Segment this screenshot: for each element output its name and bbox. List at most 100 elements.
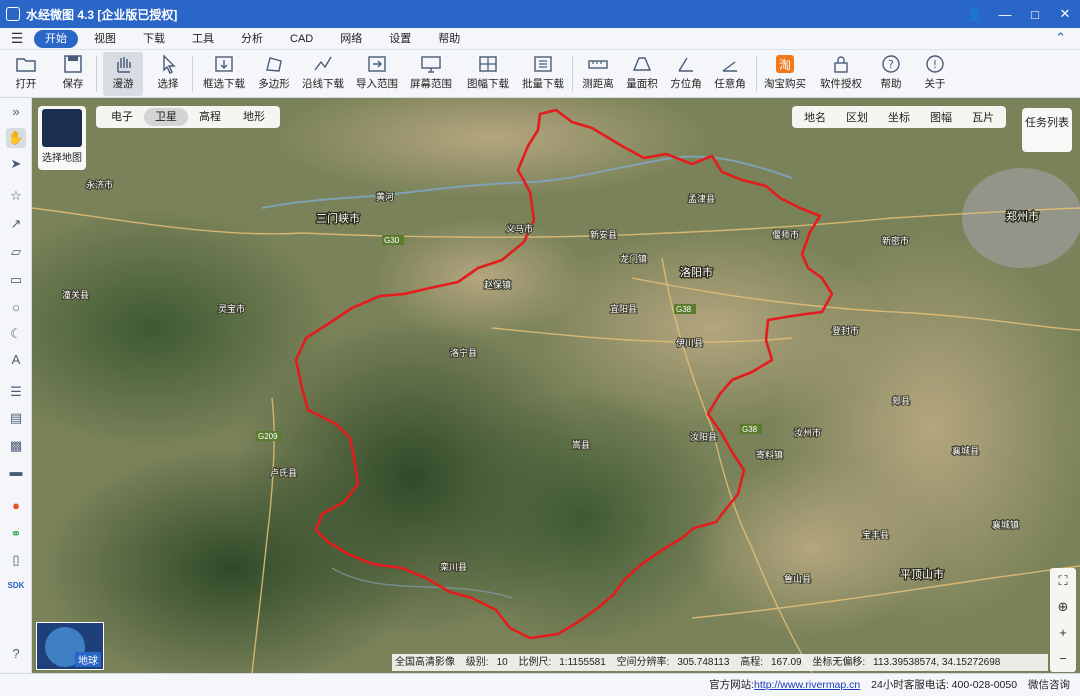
svg-text:义马市: 义马市 — [506, 223, 533, 234]
svg-text:G38: G38 — [676, 305, 692, 314]
wechat-consult[interactable]: 微信咨询 — [1028, 679, 1070, 691]
svg-text:G30: G30 — [384, 236, 400, 245]
map-navigation: ⛶ ⊕ + − — [1050, 568, 1076, 672]
menu-start[interactable]: 开始 — [34, 29, 78, 48]
minimize-button[interactable]: — — [990, 7, 1020, 22]
locate-icon[interactable]: ⊕ — [1050, 594, 1076, 620]
tab-electronic[interactable]: 电子 — [100, 108, 144, 126]
menu-help[interactable]: 帮助 — [427, 30, 471, 48]
website-link[interactable]: http://www.rivermap.cn — [754, 679, 860, 691]
toolbar: 打开 保存 漫游 选择 框选下载 多边形 沿线下载 导入范围 屏幕范围 图幅下载… — [0, 50, 1080, 98]
menu-tools[interactable]: 工具 — [181, 30, 225, 48]
tab-sheets[interactable]: 图幅 — [920, 109, 962, 125]
polygon-button[interactable]: 多边形 — [256, 52, 292, 96]
lock-icon — [834, 56, 848, 73]
line-download-button[interactable]: 沿线下载 — [300, 52, 346, 96]
license-button[interactable]: 软件授权 — [818, 52, 864, 96]
svg-text:赵保镇: 赵保镇 — [484, 279, 511, 290]
globe-switch[interactable]: 地球 — [36, 622, 104, 670]
sdk-icon[interactable]: SDK — [6, 576, 26, 596]
menu-analysis[interactable]: 分析 — [230, 30, 274, 48]
box-download-button[interactable]: 框选下载 — [200, 52, 248, 96]
layer-tool-icon[interactable]: ☰ — [6, 382, 26, 402]
help-button[interactable]: ? 帮助 — [874, 52, 908, 96]
plugin-icon[interactable]: ● — [6, 496, 26, 516]
tab-satellite[interactable]: 卫星 — [144, 108, 188, 126]
measure-area-button[interactable]: 量面积 — [624, 52, 660, 96]
rect-tool-icon[interactable]: ▭ — [6, 270, 26, 290]
svg-text:伊川县: 伊川县 — [676, 337, 703, 348]
arrow-tool-icon[interactable]: ➤ — [6, 154, 26, 174]
user-icon[interactable]: 👤 — [960, 6, 990, 22]
svg-text:平顶山市: 平顶山市 — [900, 567, 944, 581]
menu-download[interactable]: 下载 — [132, 30, 176, 48]
left-toolbar: » ✋ ➤ ☆ ↗ ▱ ▭ ○ ☾ A ☰ ▤ ▩ ▬ ● ⚭ ▯ SDK ? — [0, 98, 32, 673]
expand-icon[interactable]: » — [6, 102, 26, 122]
export-tool-icon[interactable]: ▬ — [6, 462, 26, 482]
svg-text:襄城镇: 襄城镇 — [992, 519, 1019, 530]
phone-icon[interactable]: ▯ — [6, 550, 26, 570]
map-view[interactable]: 三门峡市 洛阳市 郑州市 平顶山市 登封市 汝阳县 嵩县 栾川县 洛宁县 宜阳县… — [32, 98, 1080, 673]
measure-distance-button[interactable]: 测距离 — [578, 52, 618, 96]
tab-elevation[interactable]: 高程 — [188, 108, 232, 126]
help-circle-icon[interactable]: ? — [6, 644, 26, 664]
tab-coordinates[interactable]: 坐标 — [878, 109, 920, 125]
zoom-out-button[interactable]: − — [1050, 646, 1076, 672]
about-button[interactable]: ! 关于 — [918, 52, 952, 96]
azimuth-button[interactable]: 方位角 — [668, 52, 704, 96]
menu-bar: ☰ 开始 视图 下载 工具 分析 CAD 网络 设置 帮助 ⌃ — [0, 28, 1080, 50]
tab-tiles[interactable]: 瓦片 — [962, 109, 1004, 125]
select-button[interactable]: 选择 — [150, 52, 186, 96]
hotline: 24小时客服电话: 400-028-0050 — [871, 679, 1018, 691]
any-angle-button[interactable]: 任意角 — [712, 52, 748, 96]
print-tool-icon[interactable]: ▤ — [6, 408, 26, 428]
angle-icon — [722, 61, 737, 72]
satellite-map[interactable]: 三门峡市 洛阳市 郑州市 平顶山市 登封市 汝阳县 嵩县 栾川县 洛宁县 宜阳县… — [32, 98, 1080, 673]
save-button[interactable]: 保存 — [56, 52, 90, 96]
taobao-buy-button[interactable]: 淘淘宝购买 — [762, 52, 808, 96]
menu-view[interactable]: 视图 — [83, 30, 127, 48]
import-range-button[interactable]: 导入范围 — [354, 52, 400, 96]
svg-text:登封市: 登封市 — [832, 325, 859, 336]
hamburger-icon[interactable]: ☰ — [0, 30, 34, 47]
map-selector[interactable]: 选择地图 — [38, 106, 86, 170]
hand-tool-icon[interactable]: ✋ — [6, 128, 26, 148]
line-tool-icon[interactable]: ↗ — [6, 214, 26, 234]
arc-tool-icon[interactable]: ☾ — [6, 324, 26, 344]
tab-terrain[interactable]: 地形 — [232, 108, 276, 126]
map-thumbnail — [42, 109, 82, 147]
area-icon — [632, 57, 652, 71]
polygon-tool-icon[interactable]: ▱ — [6, 242, 26, 262]
zoom-in-button[interactable]: + — [1050, 620, 1076, 646]
text-tool-icon[interactable]: A — [6, 350, 26, 370]
open-button[interactable]: 打开 — [8, 52, 44, 96]
svg-text:?: ? — [888, 58, 894, 71]
screen-range-button[interactable]: 屏幕范围 — [408, 52, 454, 96]
circle-tool-icon[interactable]: ○ — [6, 298, 26, 318]
menu-network[interactable]: 网络 — [329, 30, 373, 48]
help-icon: ? — [882, 55, 900, 73]
map-status-bar: 全国高清影像 级别: 10 比例尺: 1:1155581 空间分辨率: 305.748… — [392, 654, 1048, 671]
close-button[interactable]: ✕ — [1050, 6, 1080, 22]
tab-divisions[interactable]: 区划 — [836, 109, 878, 125]
menu-settings[interactable]: 设置 — [378, 30, 422, 48]
tab-place-names[interactable]: 地名 — [794, 109, 836, 125]
marker-tool-icon[interactable]: ☆ — [6, 186, 26, 206]
import-icon — [368, 56, 386, 72]
batch-download-button[interactable]: 批量下载 — [520, 52, 566, 96]
svg-text:灵宝市: 灵宝市 — [218, 303, 245, 314]
pan-button[interactable]: 漫游 — [103, 52, 143, 96]
footer-bar: 官方网站:http://www.rivermap.cn 24小时客服电话: 40… — [0, 673, 1080, 696]
chart-tool-icon[interactable]: ▩ — [6, 436, 26, 456]
maximize-button[interactable]: □ — [1020, 7, 1050, 22]
menu-cad[interactable]: CAD — [279, 30, 324, 48]
fullscreen-icon[interactable]: ⛶ — [1050, 568, 1076, 594]
link-icon[interactable]: ⚭ — [6, 524, 26, 544]
task-list-button[interactable]: 任务列表 — [1022, 108, 1072, 152]
collapse-ribbon-icon[interactable]: ⌃ — [1055, 30, 1066, 46]
sheet-download-button[interactable]: 图幅下载 — [462, 52, 514, 96]
map-type-tabs: 电子 卫星 高程 地形 — [96, 106, 280, 128]
save-icon — [64, 55, 82, 73]
monitor-icon — [421, 56, 441, 73]
svg-text:潼关县: 潼关县 — [62, 289, 89, 300]
